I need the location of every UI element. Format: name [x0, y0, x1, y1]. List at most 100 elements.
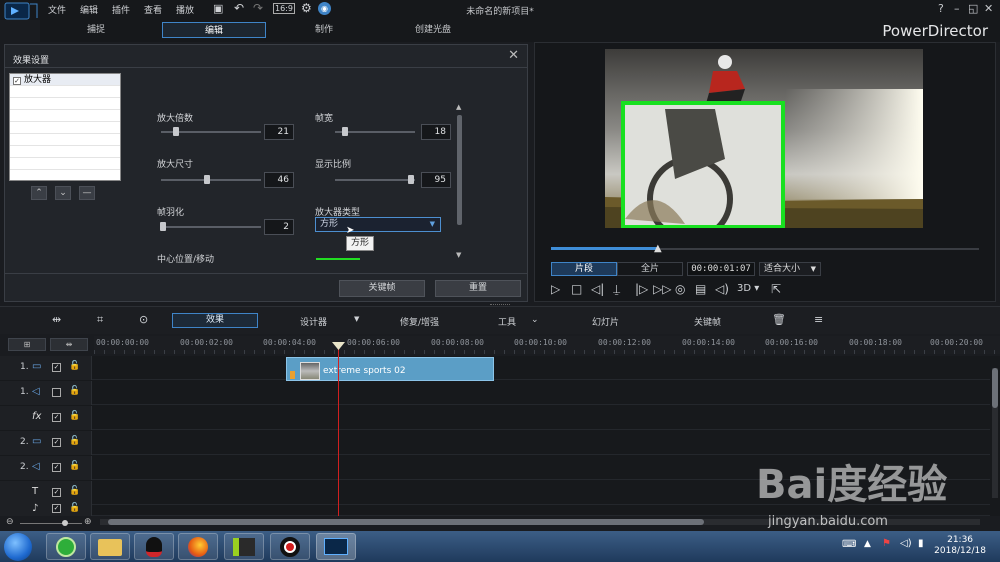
zoom-thumb[interactable] — [62, 520, 68, 526]
timeline-zoom[interactable]: ⊖ ⊕ — [4, 517, 94, 528]
magnify-size-field[interactable]: 46 — [264, 172, 294, 188]
aspect-ratio-icon[interactable]: 16:9 — [273, 3, 295, 14]
zoom-out-icon[interactable]: ⊖ — [6, 517, 14, 527]
vscroll-thumb[interactable] — [992, 368, 998, 408]
playhead[interactable] — [338, 344, 339, 516]
tools-button[interactable]: 工具 — [498, 315, 516, 328]
clip-mode-button[interactable]: 片段 — [551, 262, 617, 276]
crop-icon[interactable]: ⌗ — [97, 313, 103, 327]
feather-field[interactable]: 2 — [264, 219, 294, 235]
action-center-icon[interactable]: ⚑ — [882, 538, 891, 549]
timecode-display[interactable]: 00:00:01:07 — [687, 262, 755, 276]
reset-button[interactable]: 重置 — [435, 280, 521, 297]
menu-view[interactable]: 查看 — [144, 3, 162, 16]
previous-frame-icon[interactable]: ◁| — [591, 282, 604, 296]
fit-timeline-button[interactable]: ⇹ — [50, 338, 88, 351]
minimize-icon[interactable]: – — [954, 2, 960, 15]
movie-mode-button[interactable]: 全片 — [617, 262, 683, 276]
account-icon[interactable]: ◉ — [318, 2, 331, 15]
zoom-fit-select[interactable]: 适合大小 ▼ — [759, 262, 821, 276]
zoom-slider[interactable] — [20, 523, 82, 524]
magnifier-type-select[interactable]: 方形 ▼ — [315, 217, 441, 232]
subtitle-icon[interactable]: ▤ — [695, 282, 706, 296]
track-enable-checkbox[interactable]: ✓ — [52, 463, 61, 472]
3d-toggle[interactable]: 3D ▾ — [737, 283, 759, 294]
start-button[interactable] — [4, 533, 32, 561]
timeline-fit-icon[interactable]: ⇹ — [52, 313, 61, 326]
track-enable-checkbox[interactable]: ✓ — [52, 488, 61, 497]
undo-icon[interactable]: ↶ — [234, 1, 244, 15]
system-clock[interactable]: 21:36 2018/12/18 — [934, 535, 986, 557]
taskbar-app-browser[interactable] — [46, 533, 86, 560]
tab-create-disc[interactable]: 创建光盘 — [381, 22, 485, 38]
aspect-ratio-field[interactable]: 95 — [421, 172, 451, 188]
menu-edit[interactable]: 编辑 — [80, 3, 98, 16]
effect-checkbox[interactable]: ✓ — [13, 77, 21, 85]
lock-icon[interactable]: 🔓 — [69, 436, 80, 446]
split-icon[interactable]: ⍊ — [613, 282, 620, 297]
keyframe-button[interactable]: 关键帧 — [339, 280, 425, 297]
chevron-down-icon[interactable]: ▼ — [354, 315, 359, 323]
menu-plugins[interactable]: 插件 — [112, 3, 130, 16]
menu-file[interactable]: 文件 — [48, 3, 66, 16]
track-row[interactable]: 1. ▭ ✓ 🔓 — [0, 356, 990, 380]
play-icon[interactable]: ▷ — [551, 282, 560, 296]
track-row[interactable]: 1. ◁ 🔓 — [0, 381, 990, 405]
effect-button[interactable]: 效果 — [172, 313, 258, 328]
track-enable-checkbox[interactable] — [52, 388, 61, 397]
options-icon[interactable]: ⊙ — [139, 313, 148, 326]
redo-icon[interactable]: ↷ — [253, 1, 263, 15]
magnify-factor-thumb[interactable] — [173, 127, 179, 136]
track-enable-checkbox[interactable]: ✓ — [52, 504, 61, 513]
dialog-close-icon[interactable]: ✕ — [508, 48, 519, 63]
taskbar-app-powerdirector[interactable] — [316, 533, 356, 560]
fix-enhance-button[interactable]: 修复/增强 — [400, 315, 439, 328]
zoom-in-icon[interactable]: ⊕ — [84, 517, 92, 527]
dialog-scrollbar[interactable]: ▲ ▼ — [456, 103, 462, 259]
magnify-factor-field[interactable]: 21 — [264, 124, 294, 140]
aspect-ratio-thumb[interactable] — [408, 175, 414, 184]
lock-icon[interactable]: 🔓 — [69, 361, 80, 371]
help-icon[interactable]: ? — [938, 2, 944, 15]
taskbar-app-media[interactable] — [224, 533, 264, 560]
next-frame-icon[interactable]: |▷ — [635, 282, 648, 296]
keyboard-icon[interactable]: ⌨ — [842, 539, 856, 550]
aspect-ratio-slider[interactable] — [335, 179, 415, 181]
show-hidden-icons[interactable]: ▲ — [864, 539, 871, 549]
volume-icon[interactable]: ◁) — [715, 282, 729, 296]
tab-edit[interactable]: 编辑 — [162, 22, 266, 38]
track-manager-button[interactable]: ⊞ — [8, 338, 46, 351]
volume-tray-icon[interactable]: ◁) — [900, 538, 912, 549]
network-icon[interactable]: ▮ — [918, 538, 924, 549]
lock-icon[interactable]: 🔓 — [69, 461, 80, 471]
magnify-size-thumb[interactable] — [204, 175, 210, 184]
fast-forward-icon[interactable]: ▷▷ — [653, 282, 671, 296]
track-row[interactable]: fx ✓ 🔓 — [0, 406, 990, 430]
close-icon[interactable]: ✕ — [984, 2, 993, 15]
more-options-icon[interactable]: ≡ — [814, 313, 823, 326]
remove-effect-button[interactable]: — — [79, 186, 95, 200]
designer-button[interactable]: 设计器 — [300, 315, 327, 328]
delete-icon[interactable]: 🗑 — [772, 313, 786, 326]
taskbar-app-recorder[interactable] — [270, 533, 310, 560]
scroll-down-icon[interactable]: ▼ — [456, 251, 461, 259]
menu-playback[interactable]: 播放 — [176, 3, 194, 16]
lock-icon[interactable]: 🔓 — [69, 486, 80, 496]
seek-thumb[interactable]: ▲ — [654, 243, 662, 254]
taskbar-app-qq[interactable] — [134, 533, 174, 560]
chevron-down-icon[interactable]: ⌄ — [531, 315, 539, 325]
track-enable-checkbox[interactable]: ✓ — [52, 413, 61, 422]
snapshot-icon[interactable]: ◎ — [675, 282, 685, 296]
lock-icon[interactable]: 🔓 — [69, 386, 80, 396]
keyframe-toolbar-button[interactable]: 关键帧 — [694, 315, 721, 328]
undock-icon[interactable]: ⇱ — [771, 282, 781, 296]
effect-list[interactable]: ✓ 放大器 — [9, 73, 121, 181]
taskbar-app-firefox[interactable] — [178, 533, 218, 560]
track-enable-checkbox[interactable]: ✓ — [52, 438, 61, 447]
hscroll-thumb[interactable] — [108, 519, 704, 525]
list-item[interactable]: ✓ 放大器 — [10, 74, 120, 86]
save-icon[interactable]: ▣ — [213, 2, 223, 15]
timeline-vscroll[interactable] — [992, 368, 998, 498]
slideshow-button[interactable]: 幻灯片 — [592, 315, 619, 328]
settings-gear-icon[interactable]: ⚙ — [301, 1, 312, 15]
